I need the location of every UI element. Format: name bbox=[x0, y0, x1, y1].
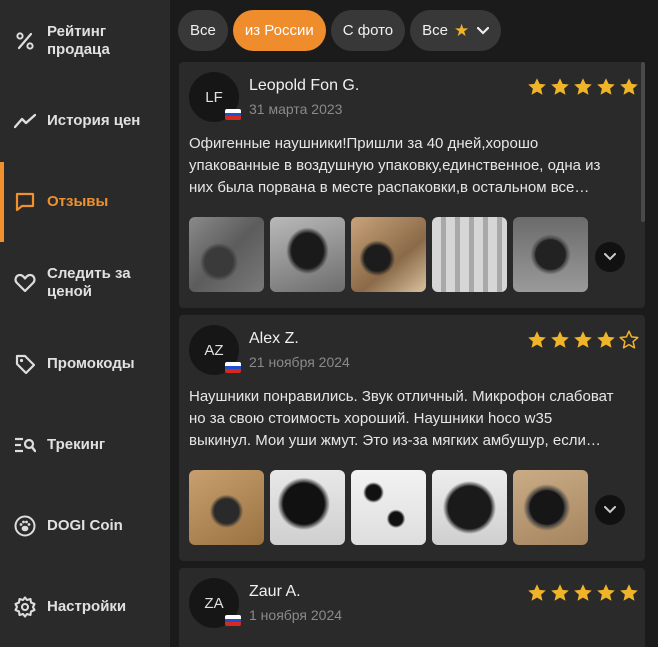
review-text: Офигенные наушники!Пришли за 40 дней,хор… bbox=[189, 133, 637, 199]
review-photo[interactable] bbox=[270, 217, 345, 292]
rating-stars bbox=[527, 77, 639, 97]
sidebar-item-settings[interactable]: Настройки bbox=[0, 567, 170, 647]
sidebar-item-promocodes[interactable]: Промокоды bbox=[0, 324, 170, 404]
rating-stars bbox=[527, 583, 639, 603]
review-text-line: Офигенные наушники!Пришли за 40 дней,хор… bbox=[189, 135, 539, 152]
sidebar-item-reviews[interactable]: Отзывы bbox=[0, 162, 170, 242]
russia-flag-icon bbox=[225, 109, 241, 120]
paw-icon bbox=[14, 515, 36, 537]
filter-from-russia-button[interactable]: из России bbox=[232, 10, 326, 51]
star-filled-icon bbox=[551, 584, 569, 601]
review-filters: Все из России С фото Все ★ bbox=[178, 10, 502, 51]
chevron-down-icon bbox=[477, 22, 490, 39]
review-date: 21 ноября 2024 bbox=[249, 354, 350, 370]
review-card: AZ Alex Z. 21 ноября 2024 Наушники понра… bbox=[179, 315, 645, 561]
review-text-line: них была порвана в месте распаковки,в ос… bbox=[189, 179, 590, 196]
review-card: ZA Zaur A. 1 ноября 2024 bbox=[179, 568, 645, 647]
heart-icon bbox=[14, 272, 36, 294]
avatar: LF bbox=[189, 72, 241, 122]
filter-rating-label: Все bbox=[422, 22, 448, 39]
sidebar: Рейтинг продаца История цен Отзывы Следи… bbox=[0, 0, 170, 647]
reviews-panel: Все из России С фото Все ★ LF Leopold Fo… bbox=[170, 0, 658, 647]
review-text-line: упакованные в воздушную упаковку,единств… bbox=[189, 157, 601, 174]
review-text-line: выкинул. Мои уши жмут. Это из-за мягких … bbox=[189, 432, 601, 449]
avatar-initials: ZA bbox=[204, 594, 224, 612]
review-photos bbox=[189, 470, 588, 545]
review-date: 1 ноября 2024 bbox=[249, 607, 343, 623]
star-filled-icon bbox=[620, 78, 638, 95]
sidebar-item-label: Промокоды bbox=[47, 355, 135, 372]
russia-flag-icon bbox=[225, 362, 241, 373]
review-photo[interactable] bbox=[270, 470, 345, 545]
star-filled-icon bbox=[574, 584, 592, 601]
sidebar-item-seller-rating[interactable]: Рейтинг продаца bbox=[0, 1, 170, 81]
star-filled-icon bbox=[597, 331, 615, 348]
chevron-down-icon bbox=[604, 248, 616, 266]
review-author: Zaur A. bbox=[249, 583, 301, 600]
star-filled-icon bbox=[620, 584, 638, 601]
expand-review-button[interactable] bbox=[595, 495, 625, 525]
star-filled-icon bbox=[574, 331, 592, 348]
star-filled-icon bbox=[551, 331, 569, 348]
gear-icon bbox=[14, 596, 36, 618]
review-photo[interactable] bbox=[351, 217, 426, 292]
review-photo[interactable] bbox=[351, 470, 426, 545]
sidebar-item-label: Рейтинг продаца bbox=[47, 23, 110, 58]
star-filled-icon bbox=[528, 584, 546, 601]
sidebar-item-price-history[interactable]: История цен bbox=[0, 81, 170, 161]
sidebar-item-tracking[interactable]: Трекинг bbox=[0, 405, 170, 485]
filter-rating-dropdown[interactable]: Все ★ bbox=[410, 10, 502, 51]
review-author: Leopold Fon G. bbox=[249, 77, 360, 94]
review-text-line: Наушники понравились. Звук отличный. Мик… bbox=[189, 388, 614, 405]
sidebar-item-label: Следить за ценой bbox=[47, 265, 131, 300]
sidebar-item-price-watch[interactable]: Следить за ценой bbox=[0, 243, 170, 323]
review-photo[interactable] bbox=[432, 217, 507, 292]
expand-review-button[interactable] bbox=[595, 242, 625, 272]
star-filled-icon bbox=[528, 78, 546, 95]
filter-with-photo-button[interactable]: С фото bbox=[330, 10, 406, 51]
star-filled-icon bbox=[528, 331, 546, 348]
sidebar-item-dogi-coin[interactable]: DOGI Coin bbox=[0, 486, 170, 566]
avatar: AZ bbox=[189, 325, 241, 375]
star-empty-icon bbox=[619, 330, 639, 349]
review-photo[interactable] bbox=[513, 470, 588, 545]
search-list-icon bbox=[14, 434, 36, 456]
star-filled-icon bbox=[597, 78, 615, 95]
review-card: LF Leopold Fon G. 31 марта 2023 Офигенны… bbox=[179, 62, 645, 308]
star-filled-icon bbox=[597, 584, 615, 601]
percent-icon bbox=[14, 30, 36, 52]
sidebar-item-label: История цен bbox=[47, 112, 141, 129]
star-filled-icon bbox=[551, 78, 569, 95]
sidebar-item-label: Отзывы bbox=[47, 193, 109, 210]
review-text: Наушники понравились. Звук отличный. Мик… bbox=[189, 386, 637, 452]
trend-line-icon bbox=[14, 110, 36, 132]
avatar-initials: AZ bbox=[204, 341, 224, 359]
star-filled-icon bbox=[574, 78, 592, 95]
review-photo[interactable] bbox=[513, 217, 588, 292]
review-photos bbox=[189, 217, 588, 292]
scrollbar[interactable] bbox=[641, 62, 645, 222]
chat-bubble-icon bbox=[14, 191, 36, 213]
review-text-line: но за свою стоимость хороший. Наушники h… bbox=[189, 410, 553, 427]
review-date: 31 марта 2023 bbox=[249, 101, 343, 117]
avatar-initials: LF bbox=[205, 88, 223, 106]
review-photo[interactable] bbox=[432, 470, 507, 545]
review-photo[interactable] bbox=[189, 217, 264, 292]
avatar: ZA bbox=[189, 578, 241, 628]
filter-all-button[interactable]: Все bbox=[178, 10, 228, 51]
russia-flag-icon bbox=[225, 615, 241, 626]
sidebar-item-label: Настройки bbox=[47, 598, 127, 615]
sidebar-item-label: Трекинг bbox=[47, 436, 106, 453]
rating-stars bbox=[527, 330, 639, 350]
chevron-down-icon bbox=[604, 501, 616, 519]
tag-icon bbox=[14, 353, 36, 375]
review-photo[interactable] bbox=[189, 470, 264, 545]
sidebar-item-label: DOGI Coin bbox=[47, 517, 123, 534]
star-icon: ★ bbox=[454, 20, 470, 40]
review-author: Alex Z. bbox=[249, 330, 299, 347]
